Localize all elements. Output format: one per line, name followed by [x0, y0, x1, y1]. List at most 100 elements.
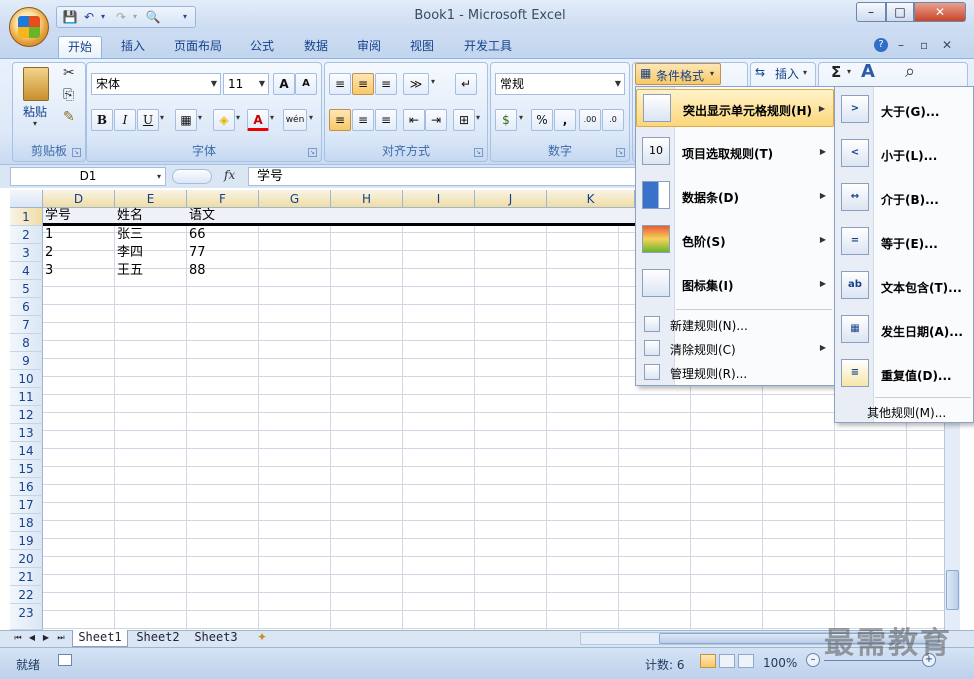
cell-d4[interactable]: 3	[43, 262, 53, 280]
undo-arrow-icon[interactable]: ▾	[95, 10, 111, 24]
row-header[interactable]: 17	[10, 496, 43, 514]
ribbon-restore-icon[interactable]: ▫	[920, 38, 928, 52]
tab-data[interactable]: 数据	[294, 36, 338, 58]
page-layout-view-icon[interactable]	[719, 654, 735, 668]
merge-center-icon[interactable]: ⊞	[453, 109, 475, 131]
column-header[interactable]: I	[403, 190, 475, 208]
insert-function-icon[interactable]: fx	[224, 168, 235, 182]
menu-item-icon-sets[interactable]: 图标集(I) ▶	[636, 265, 834, 303]
fill-arrow-icon[interactable]: ▾	[236, 113, 240, 122]
cell-d1[interactable]: 学号	[43, 207, 71, 225]
sheet-tab-sheet1[interactable]: Sheet1	[72, 630, 128, 647]
row-header[interactable]: 9	[10, 352, 43, 370]
row-header[interactable]: 21	[10, 568, 43, 586]
ribbon-minimize-icon[interactable]: –	[898, 38, 904, 52]
row-header[interactable]: 6	[10, 298, 43, 316]
sort-filter-icon[interactable]: A	[861, 61, 875, 82]
copy-icon[interactable]: ⎘	[63, 87, 74, 103]
row-header[interactable]: 22	[10, 586, 43, 604]
row-header[interactable]: 7	[10, 316, 43, 334]
column-header[interactable]: G	[259, 190, 331, 208]
formula-input[interactable]: 学号	[248, 167, 638, 186]
submenu-item-less-than[interactable]: < 小于(L)...	[835, 135, 973, 173]
align-left-icon[interactable]: ≡	[329, 109, 351, 131]
column-header[interactable]: E	[115, 190, 187, 208]
select-all-corner[interactable]	[10, 190, 43, 208]
row-header[interactable]: 8	[10, 334, 43, 352]
row-header[interactable]: 13	[10, 424, 43, 442]
cell-f3[interactable]: 77	[187, 244, 206, 262]
column-header[interactable]: D	[43, 190, 115, 208]
currency-arrow-icon[interactable]: ▾	[519, 113, 523, 122]
wrap-text-icon[interactable]: ↵	[455, 73, 477, 95]
increase-indent-icon[interactable]: ⇥	[425, 109, 447, 131]
row-header[interactable]: 18	[10, 514, 43, 532]
align-top-icon[interactable]: ≡	[329, 73, 351, 95]
font-name-combo[interactable]: 宋体 ▼	[91, 73, 221, 95]
orientation-arrow-icon[interactable]: ▾	[431, 77, 435, 86]
comma-style-icon[interactable]: ,	[554, 109, 576, 131]
cell-e1[interactable]: 姓名	[115, 207, 143, 225]
menu-item-data-bars[interactable]: 数据条(D) ▶	[636, 177, 834, 215]
phonetic-arrow-icon[interactable]: ▾	[309, 113, 313, 122]
cell-d3[interactable]: 2	[43, 244, 53, 262]
last-sheet-icon[interactable]: ⏭	[54, 630, 68, 647]
submenu-item-date-occurring[interactable]: ▦ 发生日期(A)...	[835, 311, 973, 349]
column-header[interactable]: K	[547, 190, 635, 208]
sheet-tab-sheet3[interactable]: Sheet3	[188, 630, 244, 647]
border-icon[interactable]: ▦	[175, 109, 197, 131]
save-icon[interactable]: 💾	[62, 10, 78, 24]
cell-e3[interactable]: 李四	[115, 244, 143, 262]
zoom-level[interactable]: 100%	[763, 656, 797, 670]
maximize-button[interactable]: □	[886, 2, 914, 22]
cell-e4[interactable]: 王五	[115, 262, 143, 280]
menu-item-clear-rules[interactable]: 清除规则(C) ▶	[636, 337, 834, 359]
help-icon[interactable]: ?	[874, 38, 888, 52]
formula-bar-expand-icon[interactable]	[172, 169, 212, 184]
insert-sheet-icon[interactable]: ✦	[252, 630, 272, 647]
cell-d2[interactable]: 1	[43, 226, 53, 244]
submenu-item-between[interactable]: ↔ 介于(B)...	[835, 179, 973, 217]
find-select-icon[interactable]: ⌕	[905, 61, 915, 82]
minimize-button[interactable]: –	[856, 2, 886, 22]
align-right-icon[interactable]: ≡	[375, 109, 397, 131]
number-dialog-launcher-icon[interactable]: ↘	[616, 148, 625, 157]
underline-arrow-icon[interactable]: ▾	[160, 113, 164, 122]
ribbon-close-icon[interactable]: ✕	[942, 38, 952, 52]
number-format-combo[interactable]: 常规 ▼	[495, 73, 625, 95]
shrink-font-button[interactable]: A	[295, 73, 317, 95]
font-dialog-launcher-icon[interactable]: ↘	[308, 148, 317, 157]
submenu-item-equal-to[interactable]: = 等于(E)...	[835, 223, 973, 261]
submenu-item-duplicate-values[interactable]: ≡ 重复值(D)...	[835, 355, 973, 393]
align-bottom-icon[interactable]: ≡	[375, 73, 397, 95]
page-break-view-icon[interactable]	[738, 654, 754, 668]
tab-insert[interactable]: 插入	[112, 36, 154, 58]
currency-icon[interactable]: $	[495, 109, 517, 131]
cell-f2[interactable]: 66	[187, 226, 206, 244]
column-header[interactable]: F	[187, 190, 259, 208]
menu-item-new-rule[interactable]: 新建规则(N)...	[636, 313, 834, 335]
first-sheet-icon[interactable]: ⏮	[12, 630, 24, 647]
row-header[interactable]: 12	[10, 406, 43, 424]
tab-home[interactable]: 开始	[58, 36, 102, 58]
tab-developer[interactable]: 开发工具	[456, 36, 520, 58]
office-button[interactable]	[9, 7, 49, 47]
menu-item-highlight-cells[interactable]: 突出显示单元格规则(H) ▶	[636, 89, 834, 127]
vertical-scroll-thumb[interactable]	[946, 570, 959, 610]
submenu-item-greater-than[interactable]: > 大于(G)...	[835, 91, 973, 129]
row-header[interactable]: 10	[10, 370, 43, 388]
menu-item-top-bottom[interactable]: 10 项目选取规则(T) ▶	[636, 133, 834, 171]
column-header[interactable]: J	[475, 190, 547, 208]
align-middle-icon[interactable]: ≡	[352, 73, 374, 95]
italic-button[interactable]: I	[114, 109, 136, 131]
insert-cells-icon[interactable]: ⇆	[755, 65, 765, 79]
row-header[interactable]: 15	[10, 460, 43, 478]
align-center-icon[interactable]: ≡	[352, 109, 374, 131]
bold-button[interactable]: B	[91, 109, 113, 131]
cut-icon[interactable]: ✂	[63, 65, 75, 81]
row-header[interactable]: 19	[10, 532, 43, 550]
name-box[interactable]: D1 ▾	[10, 167, 166, 186]
sheet-tab-sheet2[interactable]: Sheet2	[130, 630, 186, 647]
print-preview-icon[interactable]: 🔍	[145, 10, 161, 24]
conditional-format-button[interactable]: ▦ 条件格式 ▾	[635, 63, 721, 85]
